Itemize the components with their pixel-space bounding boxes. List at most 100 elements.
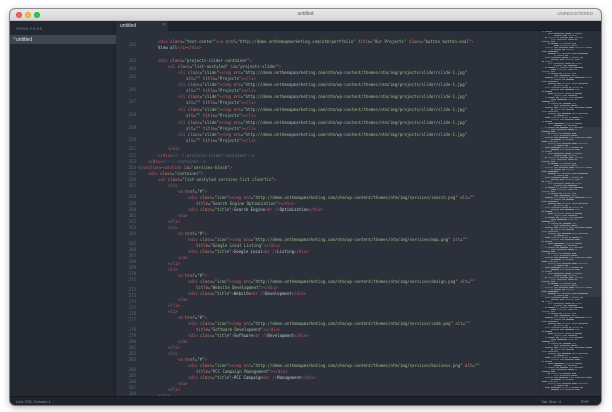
code-line[interactable]: View all</a></div> — [158, 45, 201, 50]
code-line[interactable]: alt="" title="Projects"></li> — [186, 100, 256, 105]
code-token: Listing — [277, 249, 295, 254]
code-line[interactable]: <ul class="list-unstyled" id="projects-s… — [168, 64, 281, 69]
minimap-line — [575, 123, 582, 124]
code-line[interactable]: alt="" title="Projects"></li> — [186, 113, 256, 118]
code-token: ><img — [218, 107, 232, 112]
code-line[interactable]: </a> — [178, 255, 188, 260]
code-line[interactable]: <li> — [168, 225, 178, 230]
code-line[interactable]: </li> — [168, 387, 180, 392]
code-line[interactable]: <li> — [168, 351, 178, 356]
minimap[interactable] — [539, 31, 601, 396]
code-line[interactable]: <li> — [168, 183, 178, 188]
minimap-line — [562, 327, 568, 328]
minimap-viewport[interactable] — [540, 127, 601, 297]
line-number-text: 265 — [128, 241, 136, 246]
minimap-line — [569, 377, 574, 378]
code-token: "http://demo.onthemapmarketing.com/otm/w… — [243, 70, 468, 75]
code-line[interactable]: <a href="#"> — [178, 357, 207, 362]
close-icon[interactable]: × — [13, 36, 16, 42]
code-line[interactable]: <li> — [168, 309, 178, 314]
minimap-line — [580, 57, 583, 58]
code-line[interactable]: <div class="title">PCC Campaign<br />Man… — [188, 375, 316, 380]
code-line[interactable]: </section><section id="services-block"> — [138, 165, 232, 170]
code-line[interactable]: <li class="slide"><img src="http://demo.… — [178, 120, 467, 125]
code-line[interactable]: <li class="slide"><img src="http://demo.… — [178, 70, 467, 75]
code-line[interactable]: <div class="icon"><img src="http://demo.… — [188, 237, 468, 242]
code-line[interactable]: <div class="icon"><img src="http://demo.… — [188, 195, 475, 200]
code-line[interactable]: </li> — [168, 303, 180, 308]
code-line[interactable]: title="Google Local Listing"></div> — [196, 243, 280, 248]
code-line[interactable]: <a href="#"> — [178, 189, 207, 194]
code-editor[interactable]: 242 243 244 245 246 247 248 249 250 251 252 253 254 2… — [116, 31, 539, 396]
code-line[interactable]: <ul class="list-unstyled services-list c… — [158, 177, 276, 182]
code-token: class — [200, 321, 213, 326]
code-line[interactable]: alt="" title="Projects"></li> — [186, 138, 256, 143]
code-line[interactable]: <div class="icon"><img src="http://demo.… — [188, 279, 475, 284]
syntax-indicator[interactable]: PHP — [581, 399, 589, 404]
code-line[interactable]: <a href="#"> — [178, 273, 207, 278]
code-line[interactable]: </a> — [178, 339, 188, 344]
code-line[interactable]: </a> — [178, 297, 188, 302]
minimap-line — [569, 367, 573, 368]
code-token: </li> — [168, 261, 181, 266]
minimap-line — [548, 123, 553, 124]
code-line[interactable]: <li class="slide"><img src="http://demo.… — [178, 94, 467, 99]
minimap-line — [559, 103, 562, 104]
sidebar-file-untitled[interactable]: × untitled — [10, 35, 116, 44]
minimap-line — [563, 103, 571, 104]
line-number-text: 266 — [128, 247, 136, 252]
tab-untitled[interactable]: untitled × — [116, 21, 168, 31]
code-line[interactable]: alt="" title="Projects"></li> — [186, 76, 256, 81]
code-line[interactable]: </a> — [178, 381, 188, 386]
code-line[interactable]: title="Website Development"></div> — [196, 285, 278, 290]
code-line[interactable]: alt="" title="Projects"></li> — [186, 126, 256, 131]
minimap-line — [569, 87, 571, 88]
code-line[interactable]: </div><!--/.container--> — [148, 159, 206, 164]
code-line[interactable]: </a> — [178, 213, 188, 218]
minimap-line — [560, 337, 568, 338]
code-line[interactable]: <div class="title">Google Local<br />Lis… — [188, 249, 308, 254]
code-line[interactable]: <div class="title">Website<br />Developm… — [188, 291, 306, 296]
code-line[interactable]: alt="" title="Projects"></li> — [186, 88, 256, 93]
code-line[interactable]: <li class="slide"><img src="http://demo.… — [178, 132, 467, 137]
code-line[interactable]: title="PCC Campaign Management"></div> — [196, 369, 288, 374]
code-token: "projects-slider-container" — [184, 58, 250, 63]
minimap-line — [551, 89, 559, 90]
code-line[interactable]: <li> — [168, 267, 178, 272]
code-line[interactable]: <div class="text-center"><a href="http:/… — [158, 39, 474, 44]
tab-close-icon[interactable]: × — [162, 22, 165, 28]
minimap-line — [559, 77, 568, 78]
minimap-line — [569, 297, 571, 298]
minimap-line — [568, 125, 577, 126]
code-line[interactable]: <div class="projects-slider-container"> — [158, 58, 252, 63]
code-line[interactable]: title="Search Engine Optimization"></div… — [196, 201, 295, 206]
minimap-line — [542, 361, 544, 362]
code-line[interactable]: <a href="#"> — [178, 315, 207, 320]
minimap-line — [562, 57, 568, 58]
code-token: class — [200, 291, 213, 296]
code-token: ></div> — [270, 369, 288, 374]
code-line[interactable]: </ul> — [168, 146, 180, 151]
code-token: <li> — [168, 183, 178, 188]
code-line[interactable]: <div class="icon"><img src="http://demo.… — [188, 321, 470, 326]
minimap-line — [542, 121, 544, 122]
code-line[interactable]: title="Software Development"></div> — [196, 327, 280, 332]
code-line[interactable]: <a href="#"> — [178, 231, 207, 236]
code-line[interactable]: <div class="title">Software<br />Develop… — [188, 333, 308, 338]
minimap-line — [575, 99, 577, 100]
code-line[interactable]: </li> — [168, 345, 180, 350]
code-token: Optimization — [279, 207, 309, 212]
code-line[interactable]: <div class="title">Search Engine<br />Op… — [188, 207, 323, 212]
code-line[interactable]: <div class="container"> — [148, 171, 203, 176]
code-token: class — [177, 64, 190, 69]
code-line[interactable]: <li class="slide"><img src="http://demo.… — [178, 107, 467, 112]
tab-size-indicator[interactable]: Tab Size: 4 — [541, 399, 561, 404]
code-token: ><img — [218, 70, 232, 75]
code-token: "#" — [197, 189, 205, 194]
minimap-line — [559, 343, 562, 344]
code-line[interactable]: </li> — [168, 261, 180, 266]
code-line[interactable]: <li class="slide"><img src="http://demo.… — [178, 82, 467, 87]
code-line[interactable]: </div><!--/.projects-slider-container--> — [158, 153, 254, 158]
code-line[interactable]: <div class="icon"><img src="http://demo.… — [188, 363, 480, 368]
code-line[interactable]: </li> — [168, 219, 180, 224]
